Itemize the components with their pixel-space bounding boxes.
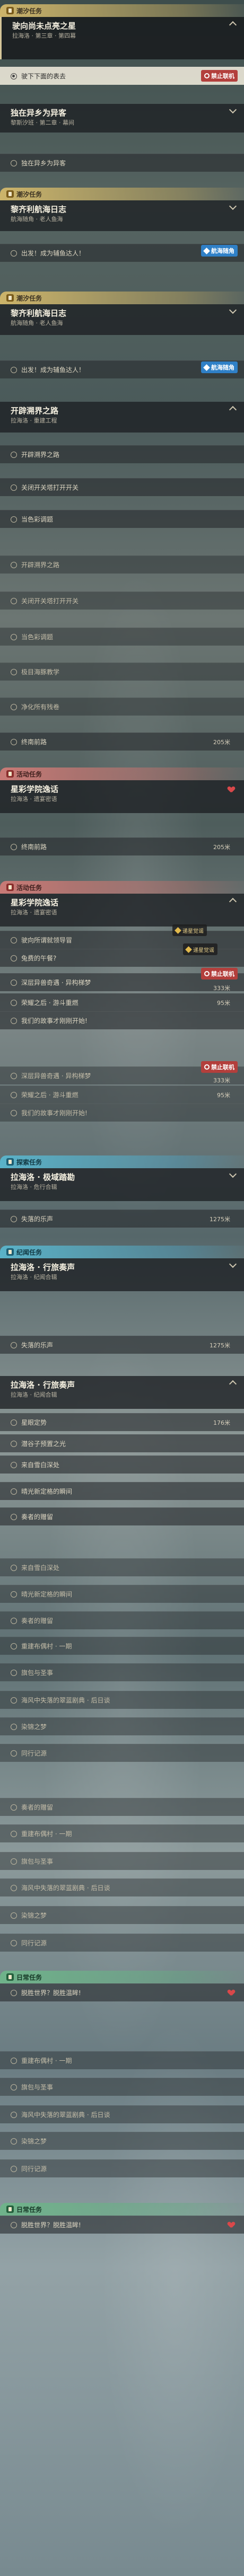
quest-step[interactable]: 来自雪白深处 bbox=[0, 1455, 244, 1474]
ban-icon bbox=[204, 73, 210, 78]
quest-step[interactable]: 关闭开关塔打开开关 bbox=[0, 478, 244, 496]
quest-step[interactable]: 独在异乡为异客 bbox=[0, 154, 244, 172]
quest-step[interactable]: 奏者的赠留 bbox=[0, 1507, 244, 1525]
quest-step[interactable]: 我们的故事才刚刚开始! bbox=[0, 1011, 244, 1029]
navigation-badge: 航海随角 bbox=[201, 245, 238, 257]
quest-step[interactable]: 同行记源 bbox=[0, 1744, 244, 1762]
quest-step[interactable]: 终南前路 205米 bbox=[0, 733, 244, 751]
category-header-main: 潮汐任务 bbox=[0, 188, 244, 200]
event-flag-icon bbox=[6, 770, 14, 778]
recommend-badge: 递星觉谣 bbox=[172, 924, 207, 936]
quest-step[interactable]: 染锦之梦 bbox=[0, 1906, 244, 1924]
favorite-heart-icon[interactable] bbox=[228, 1990, 234, 1996]
quest-step[interactable]: 海风中失落的翠蓝剧典 · 后日谈 bbox=[0, 2105, 244, 2123]
map-icon bbox=[6, 1158, 14, 1166]
quest-step[interactable]: 旗包与圣事 bbox=[0, 2078, 244, 2096]
calendar-icon bbox=[6, 2206, 14, 2213]
ban-icon bbox=[204, 1064, 210, 1070]
star-icon bbox=[185, 946, 192, 953]
quest-step[interactable]: 当色彩调题 bbox=[0, 628, 244, 646]
ban-multiplayer-badge: 禁止联机 bbox=[201, 968, 238, 980]
category-header-legend: 纪闻任务 bbox=[0, 1246, 244, 1258]
quest-step[interactable]: 旗包与圣事 bbox=[0, 1852, 244, 1870]
quest-step[interactable]: 奏者的赠留 bbox=[0, 1611, 244, 1629]
quest-step[interactable]: 极目海豚教学 bbox=[0, 663, 244, 681]
quest-card[interactable]: 星彩学院逸话 拉海洛 · 遗宴密语 bbox=[0, 780, 244, 813]
map-icon bbox=[6, 1248, 14, 1256]
step-radio-icon bbox=[11, 73, 17, 80]
quest-scroll-icon bbox=[6, 190, 14, 198]
quest-card[interactable]: 拉海洛 · 极域踏勘 拉海洛 · 危行合辑 bbox=[0, 1168, 244, 1201]
compass-icon bbox=[203, 364, 210, 371]
quest-step[interactable]: 重建布偶村 · 一期 bbox=[0, 2051, 244, 2069]
quest-title: 驶向尚未点亮之星 bbox=[12, 21, 76, 31]
quest-step[interactable]: 失落的乐声 1275米 bbox=[0, 1336, 244, 1354]
event-flag-icon bbox=[6, 884, 14, 891]
quest-step[interactable]: 潜谷子预置之光 bbox=[0, 1434, 244, 1452]
ban-multiplayer-badge: 禁止联机 bbox=[201, 70, 238, 82]
quest-step[interactable]: 晴光新定格的瞬间 bbox=[0, 1482, 244, 1500]
favorite-heart-icon[interactable] bbox=[228, 787, 234, 793]
star-icon bbox=[175, 927, 181, 934]
quest-step[interactable]: 染锦之梦 bbox=[0, 2132, 244, 2150]
recommend-badge: 递星觉谣 bbox=[183, 943, 217, 955]
step-radio-icon bbox=[11, 366, 17, 373]
quest-step[interactable]: 失落的乐声 1275米 bbox=[0, 1210, 244, 1228]
quest-subtitle: 拉海洛 · 第三章 · 第四幕 bbox=[12, 32, 76, 39]
quest-step[interactable]: 晴光新定格的瞬间 bbox=[0, 1585, 244, 1603]
quest-card[interactable]: 星彩学院逸话 拉海洛 · 遗宴密语 bbox=[0, 894, 244, 927]
quest-step[interactable]: 荣耀之后 · 游斗重燃 95米 bbox=[0, 1086, 244, 1104]
ban-multiplayer-badge: 禁止联机 bbox=[201, 1061, 238, 1073]
category-header-main: 潮汐任务 bbox=[0, 4, 244, 17]
category-header-daily: 日常任务 bbox=[0, 2203, 244, 2216]
quest-step[interactable]: 重建布偶村 · 一期 bbox=[0, 1637, 244, 1655]
quest-step[interactable]: 同行记源 bbox=[0, 2159, 244, 2177]
category-header-event: 活动任务 bbox=[0, 767, 244, 780]
quest-step[interactable]: 海风中失落的翠蓝剧典 · 后日谈 bbox=[0, 1878, 244, 1896]
category-header-daily: 日常任务 bbox=[0, 1971, 244, 1983]
favorite-heart-icon[interactable] bbox=[228, 2222, 234, 2228]
quest-step[interactable]: 奏者的赠留 bbox=[0, 1798, 244, 1816]
step-radio-icon bbox=[11, 160, 17, 166]
quest-card[interactable]: 驶向尚未点亮之星 拉海洛 · 第三章 · 第四幕 bbox=[0, 17, 244, 59]
quest-card[interactable]: 黎齐利航海日志 航海随角 · 老人鱼海 bbox=[0, 200, 244, 231]
quest-card[interactable]: 拉海洛 · 行旅奏声 拉海洛 · 纪闻合辑 bbox=[0, 1376, 244, 1409]
quest-log-panel: { "cat":{"main":"潮汐任务","event":"活动任务","w… bbox=[0, 0, 244, 2576]
ban-icon bbox=[204, 971, 210, 976]
category-header-world: 探索任务 bbox=[0, 1155, 244, 1168]
quest-step[interactable]: 开辟溯界之路 bbox=[0, 555, 244, 574]
quest-step[interactable]: 星眼定势 176米 bbox=[0, 1413, 244, 1431]
quest-step[interactable]: 终南前路 205米 bbox=[0, 837, 244, 855]
quest-step[interactable]: 旗包与圣事 bbox=[0, 1663, 244, 1681]
quest-step[interactable]: 关闭开关塔打开开关 bbox=[0, 592, 244, 610]
quest-card[interactable]: 拉海洛 · 行旅奏声 拉海洛 · 纪闻合辑 bbox=[0, 1258, 244, 1291]
step-radio-icon bbox=[11, 250, 17, 257]
calendar-icon bbox=[6, 1973, 14, 1981]
category-header-event: 活动任务 bbox=[0, 881, 244, 894]
quest-card[interactable]: 独在异乡为异客 黎斯汐班 · 第二章 · 幕间 bbox=[0, 104, 244, 133]
category-header-main: 潮汐任务 bbox=[0, 292, 244, 304]
quest-scroll-icon bbox=[6, 7, 14, 14]
quest-step[interactable]: 同行记源 bbox=[0, 1934, 244, 1952]
quest-scroll-icon bbox=[6, 294, 14, 302]
quest-step[interactable]: 净化所有残卷 bbox=[0, 698, 244, 716]
quest-step[interactable]: 荣耀之后 · 游斗重燃 95米 bbox=[0, 993, 244, 1011]
quest-step[interactable]: 脱胜世界？脱胜温眸! bbox=[0, 2216, 244, 2234]
quest-step[interactable]: 染锦之梦 bbox=[0, 1717, 244, 1735]
quest-card[interactable]: 开辟溯界之路 拉海洛 · 重建工程 bbox=[0, 402, 244, 433]
quest-card[interactable]: 黎齐利航海日志 航海随角 · 老人鱼海 bbox=[0, 304, 244, 335]
quest-step[interactable]: 当色彩调题 bbox=[0, 510, 244, 528]
quest-step[interactable]: 脱胜世界？脱胜温眸! bbox=[0, 1983, 244, 2001]
quest-step[interactable]: 来自雪白深处 bbox=[0, 1558, 244, 1576]
quest-step[interactable]: 重建布偶村 · 一期 bbox=[0, 1824, 244, 1842]
quest-step[interactable]: 海风中失落的翠蓝剧典 · 后日谈 bbox=[0, 1691, 244, 1709]
quest-step[interactable]: 开辟溯界之路 bbox=[0, 445, 244, 463]
compass-icon bbox=[203, 247, 210, 254]
navigation-badge: 航海随角 bbox=[201, 361, 238, 373]
quest-step[interactable]: 我们的故事才刚刚开始! bbox=[0, 1104, 244, 1122]
